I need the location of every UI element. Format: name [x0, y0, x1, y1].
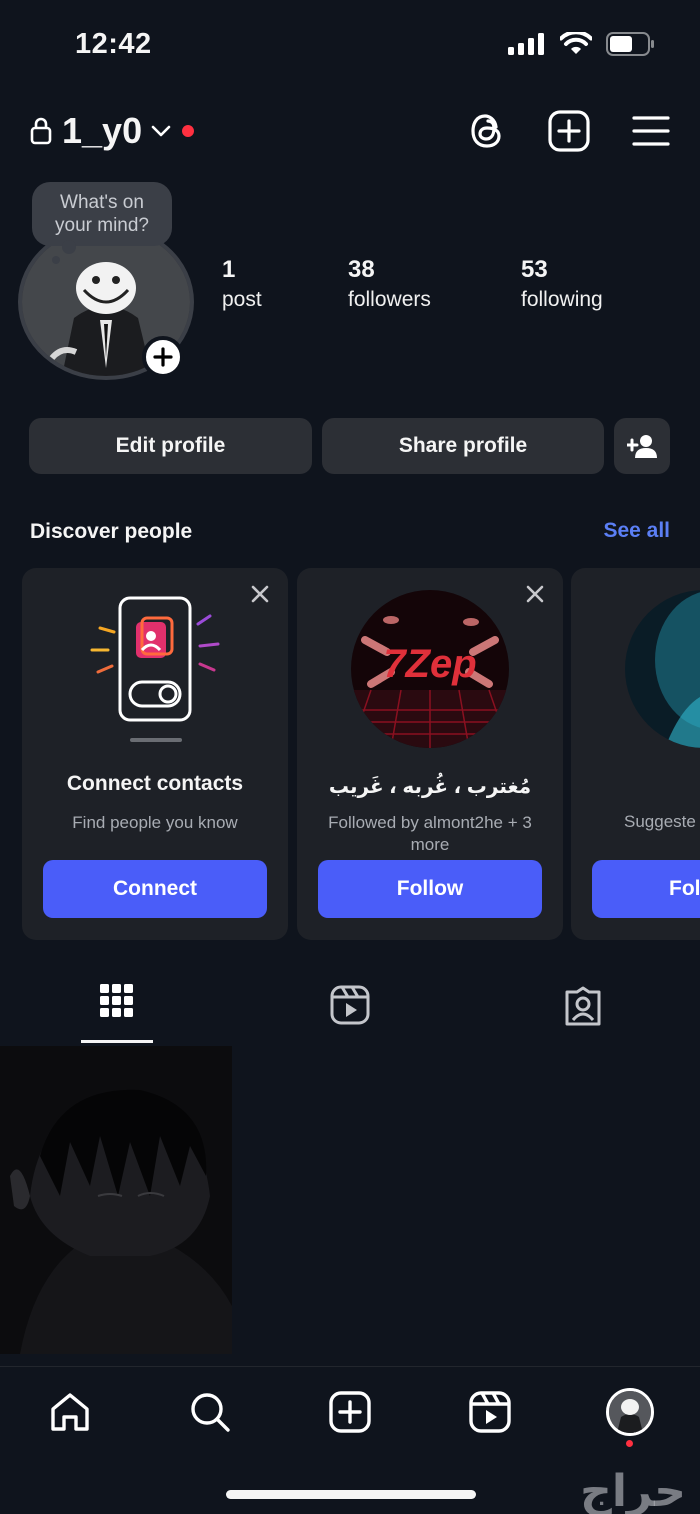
- stat-followers[interactable]: 38 followers: [348, 256, 431, 312]
- watermark-logo: حراج: [580, 1466, 686, 1514]
- stat-followers-count: 38: [348, 256, 375, 283]
- nav-reels[interactable]: [465, 1387, 515, 1437]
- post-thumbnail[interactable]: [0, 1046, 232, 1354]
- nav-create[interactable]: [325, 1387, 375, 1437]
- close-icon[interactable]: [525, 584, 545, 604]
- stat-posts-label: post: [222, 288, 262, 311]
- tab-active-indicator: [81, 1040, 153, 1043]
- suggestion-card-user: 7Zep مُغترب ، غُربه ، غَريب Followed by …: [297, 568, 563, 940]
- add-person-icon: [627, 435, 657, 458]
- note-bubble[interactable]: What's on your mind?: [32, 182, 172, 246]
- suggestion-card-connect: Connect contacts Find people you know Co…: [22, 568, 288, 940]
- add-story-button[interactable]: [142, 336, 184, 378]
- connect-button[interactable]: Connect: [43, 860, 267, 918]
- card-subtitle: Suggeste: [624, 812, 696, 831]
- stat-following-label: following: [521, 288, 603, 311]
- suggested-user-avatar[interactable]: 7Zep: [351, 590, 509, 748]
- follow-button[interactable]: Follow: [318, 860, 542, 918]
- discover-people-title: Discover people: [30, 520, 193, 543]
- create-post-icon[interactable]: [548, 110, 590, 152]
- suggest-people-button[interactable]: [614, 418, 670, 474]
- status-time: 12:42: [75, 28, 152, 60]
- phone-contacts-illustration: [90, 596, 220, 742]
- stat-following-count: 53: [521, 256, 548, 283]
- tab-reels-icon[interactable]: [330, 985, 370, 1025]
- search-icon: [191, 1393, 230, 1432]
- notification-dot: [182, 125, 195, 137]
- tab-tagged-icon[interactable]: [563, 986, 603, 1026]
- profile-header: 1_y0: [30, 106, 670, 156]
- follow-button[interactable]: Fol: [592, 860, 700, 918]
- menu-icon[interactable]: [632, 115, 670, 147]
- stat-posts-count: 1: [222, 256, 236, 283]
- stat-followers-label: followers: [348, 288, 431, 311]
- suggested-user-avatar[interactable]: [625, 590, 700, 748]
- lock-icon: [30, 117, 52, 145]
- note-bubble-line1: What's on: [60, 192, 144, 213]
- card-title: مُغترب ، غُربه ، غَريب: [328, 776, 532, 798]
- post-image: [0, 1046, 232, 1354]
- wifi-icon: [560, 32, 592, 54]
- home-icon: [51, 1393, 89, 1431]
- nav-profile-avatar: [606, 1388, 654, 1436]
- see-all-link[interactable]: See all: [603, 519, 670, 543]
- close-icon[interactable]: [250, 584, 270, 604]
- suggested-user-image: [625, 590, 700, 748]
- tab-grid-icon[interactable]: [100, 984, 134, 1024]
- plus-icon: [153, 347, 173, 367]
- threads-icon[interactable]: [468, 110, 506, 152]
- suggestion-card-user-partial: Suggeste Fol: [571, 568, 700, 940]
- nav-home[interactable]: [45, 1387, 95, 1437]
- nav-profile[interactable]: [605, 1387, 655, 1437]
- status-icons: [508, 32, 656, 56]
- note-bubble-tail: [62, 240, 76, 254]
- note-bubble-tail-small: [52, 256, 60, 264]
- profile-notification-dot: [626, 1440, 633, 1447]
- home-indicator: [226, 1490, 476, 1499]
- create-icon: [329, 1391, 371, 1433]
- reels-icon: [469, 1391, 511, 1433]
- note-bubble-line2: your mind?: [55, 215, 149, 236]
- stat-following[interactable]: 53 following: [521, 256, 603, 312]
- suggested-user-image-text: 7Zep: [383, 642, 477, 686]
- account-switcher[interactable]: 1_y0: [30, 106, 195, 156]
- battery-icon: [606, 32, 654, 56]
- username: 1_y0: [62, 110, 143, 151]
- nav-avatar-image: [609, 1391, 651, 1433]
- nav-search[interactable]: [185, 1387, 235, 1437]
- stat-posts[interactable]: 1 post: [222, 256, 262, 312]
- card-title: Connect contacts: [66, 772, 244, 795]
- card-subtitle: Followed by almont2he + 3 more: [328, 813, 532, 854]
- cellular-signal-icon: [508, 33, 544, 55]
- card-subtitle: Find people you know: [72, 813, 238, 832]
- share-profile-button[interactable]: Share profile: [322, 418, 604, 474]
- edit-profile-button[interactable]: Edit profile: [29, 418, 312, 474]
- chevron-down-icon: [151, 125, 171, 137]
